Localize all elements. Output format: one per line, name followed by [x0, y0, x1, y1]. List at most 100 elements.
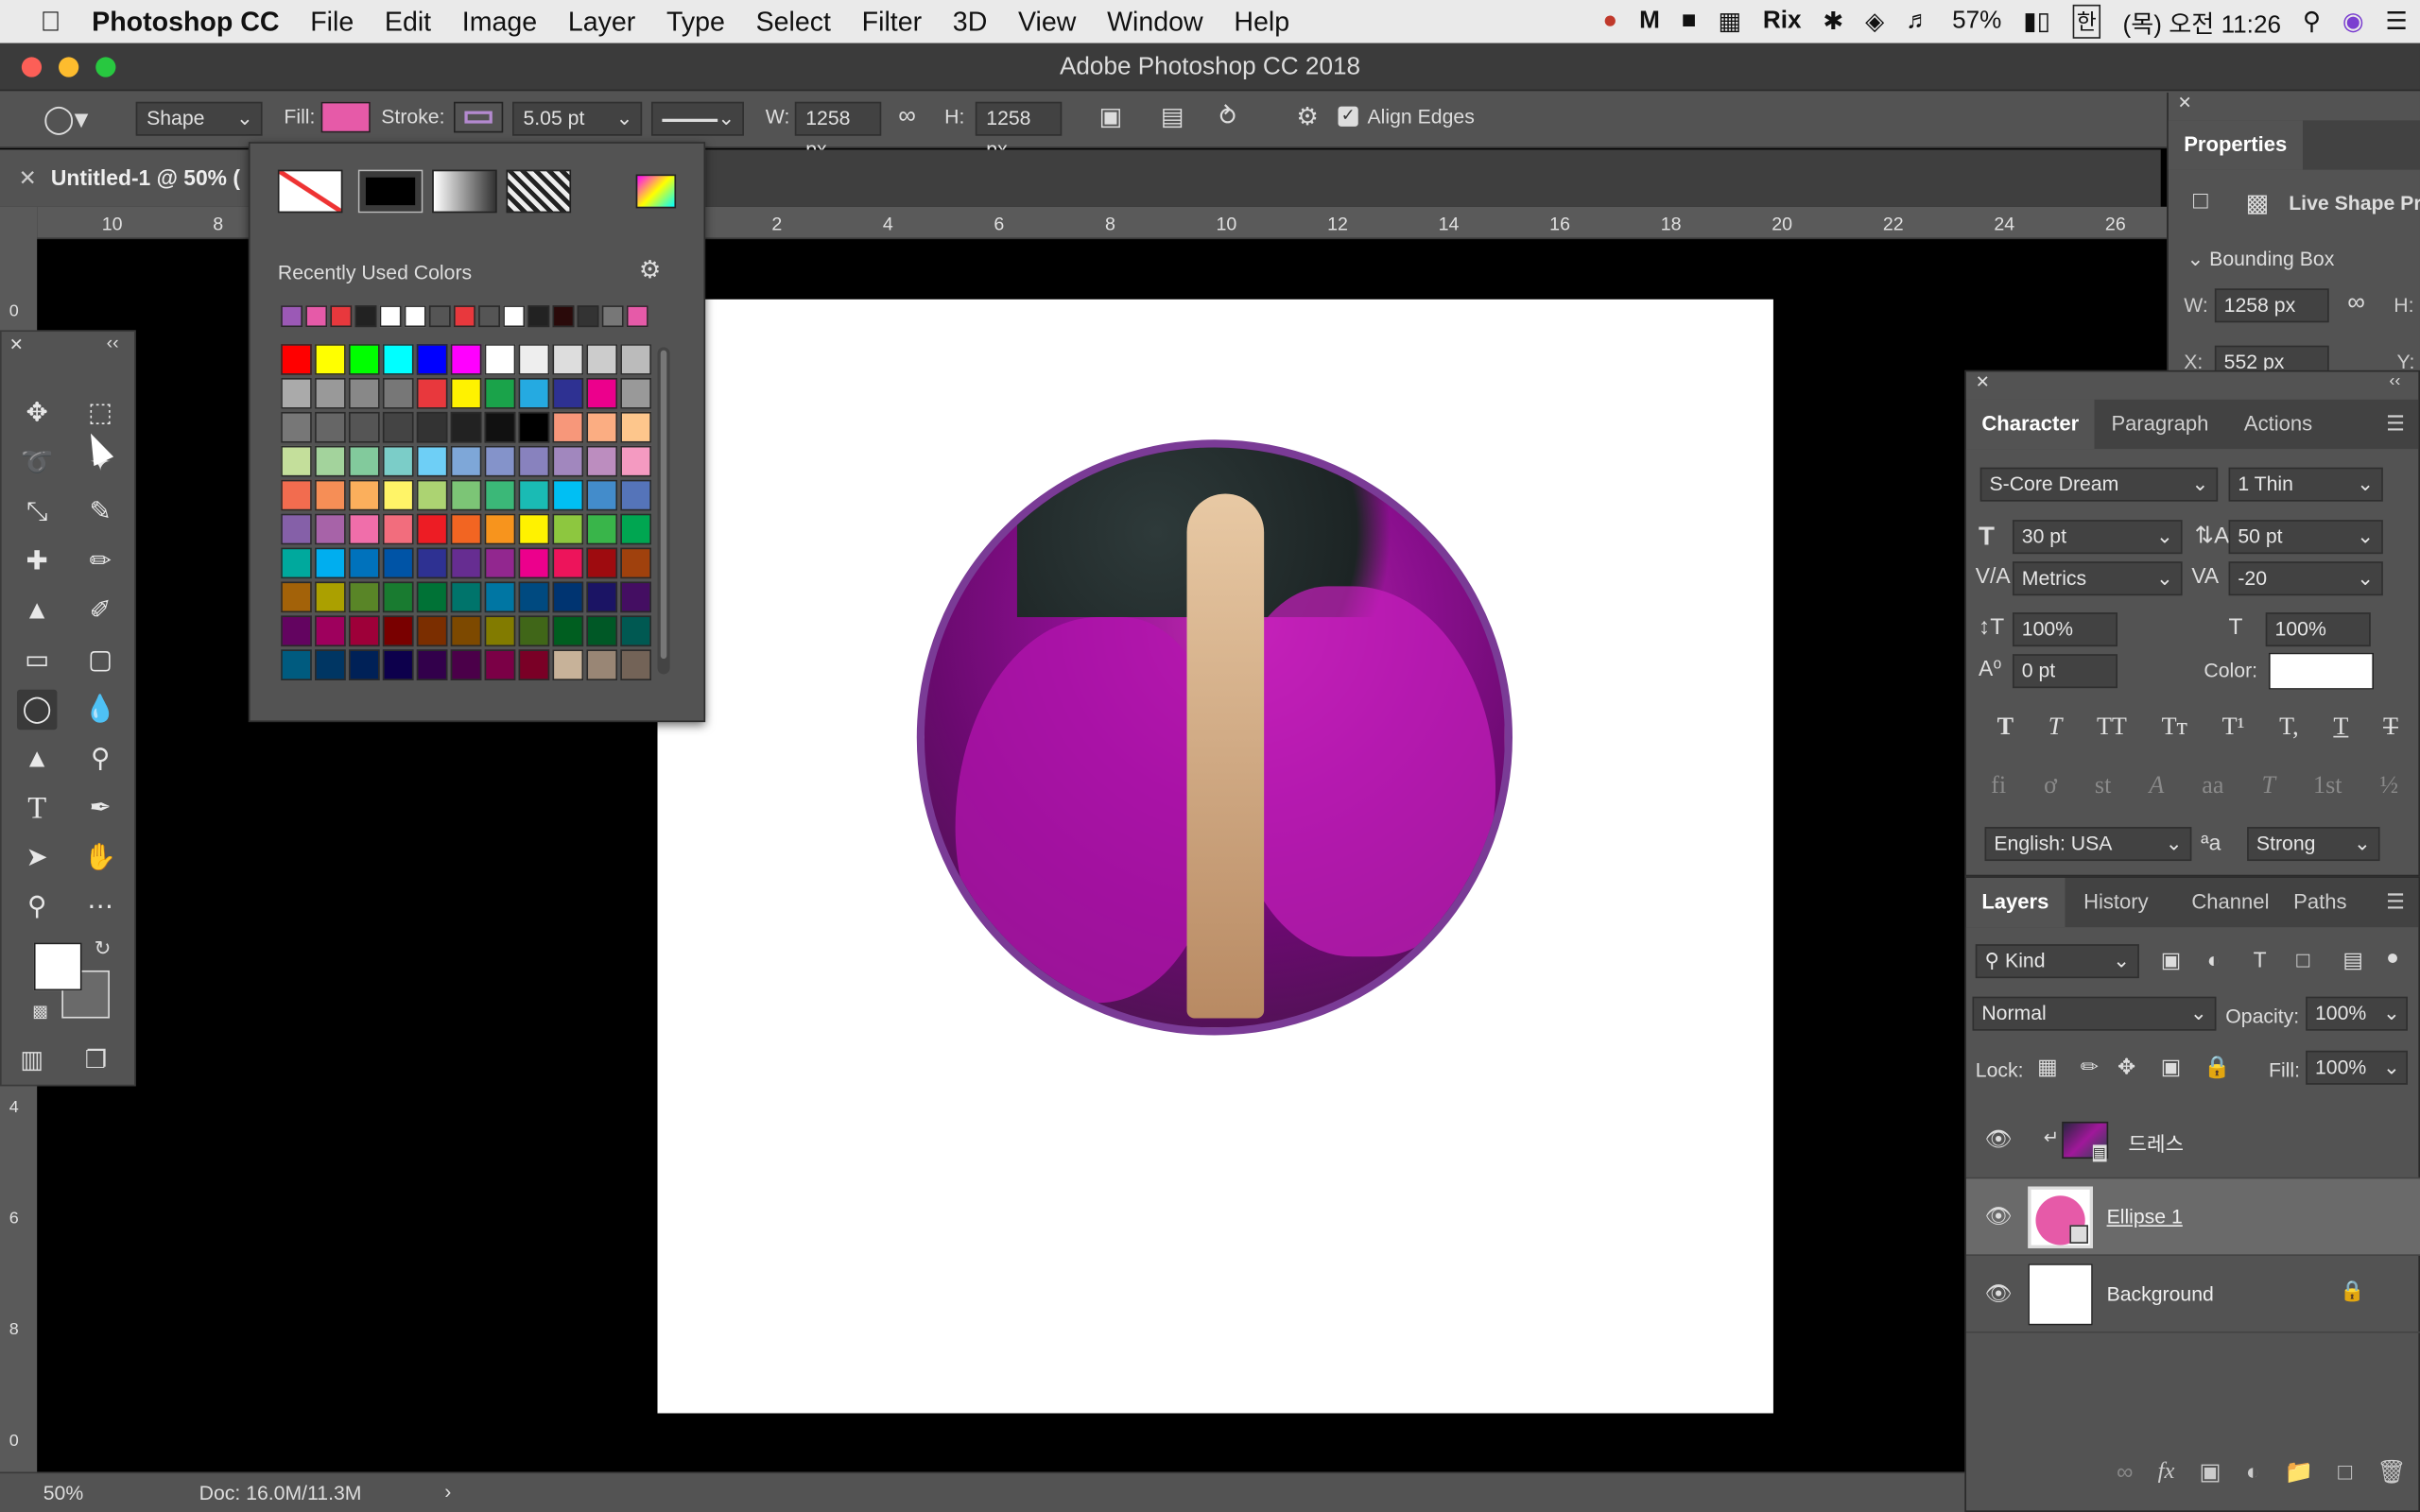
swap-colors-icon[interactable]: ↻: [95, 936, 112, 961]
color-swatch[interactable]: [382, 581, 414, 613]
color-swatch[interactable]: [586, 445, 618, 477]
recent-color-swatch[interactable]: [453, 305, 475, 328]
close-properties-icon[interactable]: ✕: [2178, 93, 2192, 113]
tool-mode-select[interactable]: Shape ⌄: [135, 101, 263, 136]
color-swatch[interactable]: [586, 344, 618, 375]
menu-3d[interactable]: 3D: [937, 6, 1002, 38]
default-colors-icon[interactable]: ▩: [32, 1002, 48, 1022]
color-swatch[interactable]: [348, 513, 380, 545]
color-swatch[interactable]: [281, 411, 312, 443]
all-caps-button[interactable]: TT: [2097, 714, 2127, 742]
color-swatch[interactable]: [484, 615, 516, 647]
color-swatch[interactable]: [382, 615, 414, 647]
zoom-level[interactable]: 50%: [43, 1481, 83, 1503]
color-swatch[interactable]: [416, 411, 448, 443]
fill-swatch[interactable]: [320, 101, 371, 133]
color-swatch[interactable]: [315, 479, 346, 511]
color-swatch[interactable]: [484, 581, 516, 613]
siri-icon[interactable]: ◉: [2342, 7, 2364, 38]
color-swatch[interactable]: [315, 377, 346, 409]
history-brush-tool-icon[interactable]: ✐: [80, 591, 120, 630]
color-swatch[interactable]: [518, 479, 550, 511]
color-swatch[interactable]: [416, 377, 448, 409]
menu-image[interactable]: Image: [446, 6, 552, 38]
close-tab-icon[interactable]: ✕: [19, 149, 37, 206]
color-swatch[interactable]: [382, 411, 414, 443]
color-swatch[interactable]: [450, 547, 482, 579]
color-swatch[interactable]: [620, 581, 651, 613]
color-swatch[interactable]: [518, 344, 550, 375]
ellipse-clipped-photo[interactable]: [916, 439, 1512, 1036]
color-swatch[interactable]: [348, 445, 380, 477]
recent-color-swatch[interactable]: [379, 305, 402, 328]
color-swatch[interactable]: [620, 344, 651, 375]
ligatures-button[interactable]: fi: [1991, 773, 2006, 800]
color-swatch[interactable]: [450, 411, 482, 443]
rix-icon[interactable]: Rix: [1763, 8, 1802, 35]
tab-character[interactable]: Character: [1965, 399, 2095, 450]
color-swatch[interactable]: [484, 411, 516, 443]
filter-toggle-icon[interactable]: ●: [2386, 944, 2399, 969]
color-swatch[interactable]: [416, 445, 448, 477]
color-swatch[interactable]: [552, 615, 584, 647]
color-swatch[interactable]: [315, 411, 346, 443]
layer-name[interactable]: Ellipse 1: [2107, 1205, 2183, 1228]
baseline-shift-input[interactable]: 0 pt: [2012, 654, 2118, 689]
settings-gear-icon[interactable]: ⚙: [1296, 102, 1318, 133]
color-swatch[interactable]: [586, 615, 618, 647]
link-icon[interactable]: ∞: [898, 103, 916, 130]
path-alignment-icon[interactable]: ▤: [1161, 102, 1184, 133]
gradient-button[interactable]: [432, 169, 497, 214]
picker-settings-gear-icon[interactable]: ⚙: [639, 254, 661, 285]
hand-tool-icon[interactable]: ✋: [80, 838, 120, 878]
move-tool-icon[interactable]: ✥: [17, 393, 57, 433]
font-size-input[interactable]: 30 pt ⌄: [2012, 520, 2183, 555]
ordinals-button[interactable]: 1st: [2313, 773, 2342, 800]
prop-link-icon[interactable]: ∞: [2347, 290, 2365, 318]
color-swatch[interactable]: [348, 411, 380, 443]
layer-row[interactable]: 👁 ↵ ▤ 드레스: [1965, 1102, 2420, 1179]
color-swatch[interactable]: [450, 344, 482, 375]
recent-color-swatch[interactable]: [552, 305, 575, 328]
color-swatch[interactable]: [315, 581, 346, 613]
ellipse-tool-icon[interactable]: ◯: [16, 689, 58, 730]
stroke-type-select[interactable]: ⌄: [650, 101, 744, 136]
color-swatch[interactable]: [315, 547, 346, 579]
eraser-tool-icon[interactable]: ▭: [17, 641, 57, 680]
layer-name[interactable]: Background: [2107, 1282, 2214, 1305]
apple-icon[interactable]: : [0, 6, 77, 38]
recent-color-swatch[interactable]: [577, 305, 599, 328]
horizontal-scale-input[interactable]: 100%: [2265, 612, 2371, 647]
notification-center-icon[interactable]: ☰: [2386, 7, 2408, 38]
menu-file[interactable]: File: [295, 6, 370, 38]
color-swatch[interactable]: [281, 513, 312, 545]
color-swatch[interactable]: [586, 581, 618, 613]
clone-stamp-tool-icon[interactable]: ▲: [17, 591, 57, 630]
color-swatch[interactable]: [416, 547, 448, 579]
recent-color-swatch[interactable]: [354, 305, 377, 328]
document-tab[interactable]: ✕ Untitled-1 @ 50% (: [0, 149, 263, 207]
adjustment-layer-icon[interactable]: ◐: [2246, 1459, 2260, 1486]
recent-color-swatch[interactable]: [527, 305, 550, 328]
swash-button[interactable]: A: [2149, 773, 2164, 800]
stylistic-alternates-button[interactable]: aa: [2202, 773, 2223, 800]
small-caps-button[interactable]: Tт: [2162, 714, 2187, 742]
recent-color-swatch[interactable]: [281, 305, 302, 328]
menu-layer[interactable]: Layer: [553, 6, 651, 38]
new-group-icon[interactable]: 📁: [2285, 1458, 2314, 1486]
close-window-button[interactable]: [21, 57, 43, 77]
color-picker-button[interactable]: [635, 174, 677, 209]
close-panel-icon[interactable]: ✕: [9, 335, 24, 355]
character-panel-menu-icon[interactable]: ☰: [2371, 400, 2420, 449]
path-selection-tool-icon[interactable]: ➤: [17, 838, 57, 878]
titling-alternates-button[interactable]: T: [2261, 773, 2275, 800]
brush-tool-icon[interactable]: ✏: [80, 541, 120, 581]
eyedropper-tool-icon[interactable]: ✎: [80, 492, 120, 532]
color-swatch[interactable]: [518, 547, 550, 579]
color-swatch[interactable]: [518, 513, 550, 545]
lock-image-icon[interactable]: ✏: [2081, 1054, 2099, 1080]
link-layers-icon[interactable]: ∞: [2117, 1459, 2133, 1486]
lock-transparent-icon[interactable]: ▦: [2037, 1054, 2058, 1080]
close-character-icon[interactable]: ✕: [1976, 371, 1990, 392]
ellipse-tool-preset-icon[interactable]: ◯▾: [43, 103, 89, 135]
